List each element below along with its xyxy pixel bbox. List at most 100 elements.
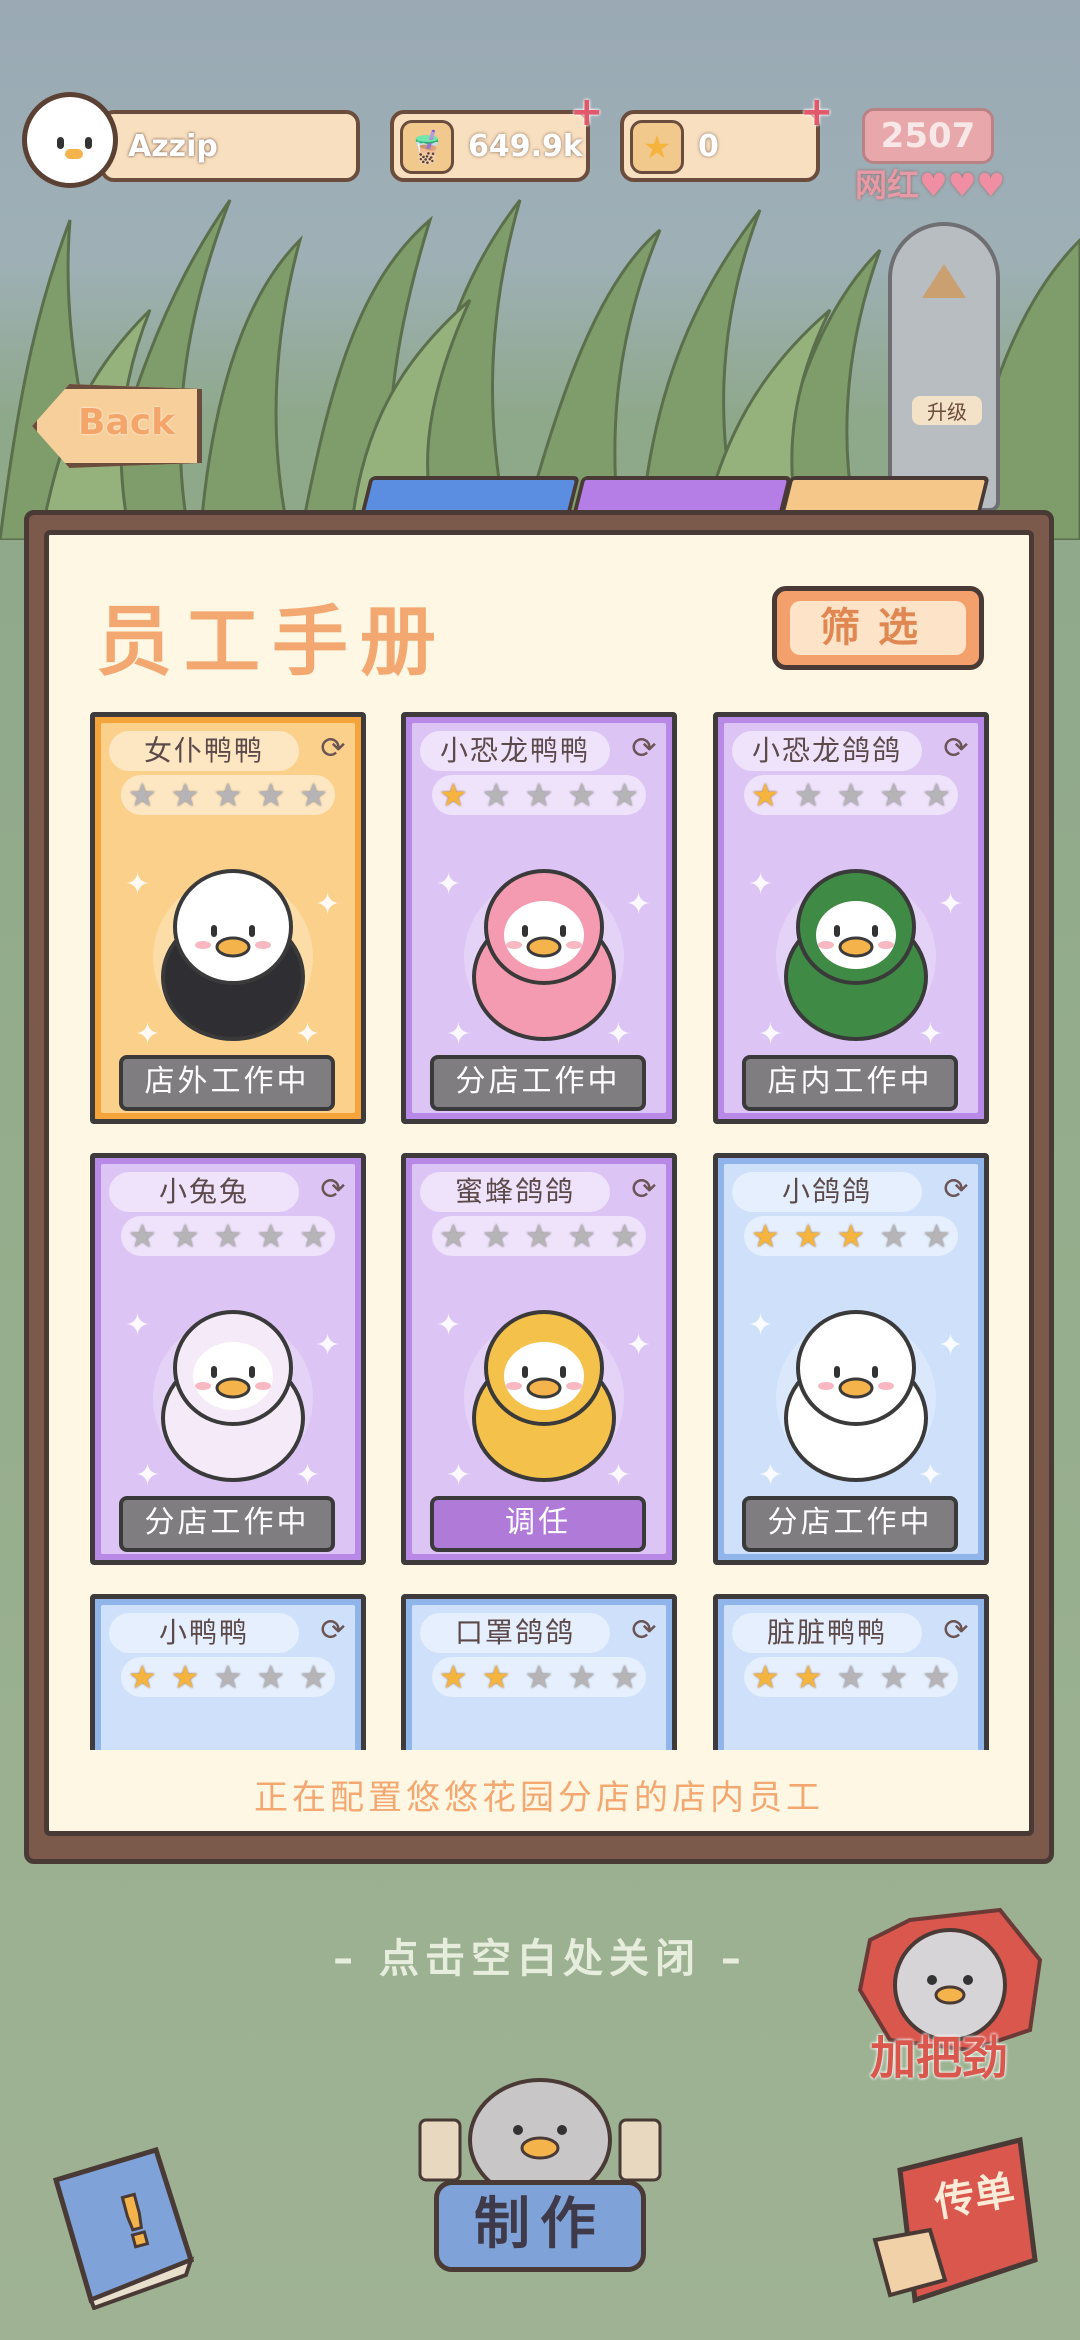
star-icon: ★ <box>170 776 200 814</box>
fame-value[interactable]: 2507 <box>862 108 994 164</box>
star-icon: ★ <box>567 1658 597 1696</box>
star-icon: ★ <box>256 1658 286 1696</box>
staff-card[interactable]: ✦ ✦ ✦ ✦ 小恐龙鸽鸽 ⟳ ★ ★ ★ ★ ★ 店内工作中 <box>713 712 989 1124</box>
star-icon: ★ <box>299 776 328 814</box>
tea-currency-pill[interactable]: 🧋 649.9k + <box>390 92 604 182</box>
refresh-icon[interactable]: ⟳ <box>317 1615 349 1647</box>
star-icon: ★ <box>567 1217 597 1255</box>
make-button[interactable]: 制作 <box>434 2180 646 2272</box>
make-station-duck <box>410 2050 670 2202</box>
star-rating: ★ ★ ★ ★ ★ <box>744 1657 958 1697</box>
staff-name: 小恐龙鸽鸽 <box>732 731 922 771</box>
player-name: Azzip <box>128 128 218 164</box>
flyer-button[interactable]: 传单 <box>870 2130 1040 2310</box>
star-icon: ★ <box>128 1658 157 1696</box>
page-title: 员工手册 <box>96 597 448 686</box>
staff-card[interactable]: ✦ ✦ ✦ ✦ 蜜蜂鸽鸽 ⟳ ★ ★ ★ ★ ★ 调任 <box>401 1153 677 1565</box>
star-icon: ★ <box>630 120 684 174</box>
staff-card[interactable]: ✦✦✦✦小鸭鸭⟳★★★★★ <box>90 1594 366 1750</box>
work-status-badge[interactable]: 店外工作中 <box>119 1055 335 1111</box>
work-status-badge[interactable]: 分店工作中 <box>742 1496 958 1552</box>
work-status-badge[interactable]: 分店工作中 <box>119 1496 335 1552</box>
star-icon: ★ <box>128 1217 157 1255</box>
star-icon: ★ <box>793 1658 823 1696</box>
star-rating: ★ ★ ★ ★ ★ <box>744 775 958 815</box>
star-icon: ★ <box>299 1217 328 1255</box>
work-status-badge[interactable]: 店内工作中 <box>742 1055 958 1111</box>
star-icon: ★ <box>836 1658 866 1696</box>
star-icon: ★ <box>793 1217 823 1255</box>
star-currency-pill[interactable]: ★ 0 + <box>620 92 834 182</box>
player-name-pill[interactable]: Azzip <box>100 110 360 182</box>
upgrade-label: 升级 <box>912 396 982 425</box>
dirty-duck-icon <box>766 1729 946 1750</box>
add-star-plus-icon[interactable]: + <box>800 92 834 132</box>
staff-card[interactable]: ✦ ✦ ✦ ✦ 小兔兔 ⟳ ★ ★ ★ ★ ★ 分店工作中 <box>90 1153 366 1565</box>
star-icon: ★ <box>524 1217 554 1255</box>
pink-dino-duck-icon <box>454 847 634 1047</box>
refresh-icon[interactable]: ⟳ <box>628 1615 660 1647</box>
cheer-button[interactable]: 加把劲 <box>850 1900 1050 2090</box>
refresh-icon[interactable]: ⟳ <box>628 1174 660 1206</box>
maid-duck-icon <box>143 847 323 1047</box>
star-icon: ★ <box>256 1217 286 1255</box>
star-icon: ★ <box>213 776 243 814</box>
guide-book-button[interactable]: ! <box>46 2140 196 2311</box>
staff-name: 小鸭鸭 <box>109 1613 299 1653</box>
bubble-tea-icon: 🧋 <box>400 120 454 174</box>
cheer-label: 加把劲 <box>870 2031 1008 2085</box>
staff-card[interactable]: ✦✦✦✦脏脏鸭鸭⟳★★★★★ <box>713 1594 989 1750</box>
star-icon: ★ <box>213 1658 243 1696</box>
refresh-icon[interactable]: ⟳ <box>628 733 660 765</box>
star-icon: ★ <box>836 1217 866 1255</box>
star-rating: ★ ★ ★ ★ ★ <box>121 775 335 815</box>
star-icon: ★ <box>879 1658 909 1696</box>
transfer-button[interactable]: 调任 <box>430 1496 646 1552</box>
duck-icon <box>143 1729 323 1750</box>
pigeon-icon <box>766 1288 946 1488</box>
refresh-icon[interactable]: ⟳ <box>940 1174 972 1206</box>
star-icon: ★ <box>524 776 554 814</box>
star-icon: ★ <box>793 776 823 814</box>
bee-pigeon-icon <box>454 1288 634 1488</box>
tea-count: 649.9k <box>468 128 583 164</box>
staff-card[interactable]: ✦ ✦ ✦ ✦ 小鸽鸽 ⟳ ★ ★ ★ ★ ★ 分店工作中 <box>713 1153 989 1565</box>
refresh-icon[interactable]: ⟳ <box>940 733 972 765</box>
bunny-icon <box>143 1288 323 1488</box>
green-dino-pigeon-icon <box>766 847 946 1047</box>
star-rating: ★ ★ ★ ★ ★ <box>121 1216 335 1256</box>
up-arrow-icon <box>922 264 966 298</box>
upgrade-signpost[interactable]: 升级 <box>888 222 1000 512</box>
refresh-icon[interactable]: ⟳ <box>940 1615 972 1647</box>
star-icon: ★ <box>439 1217 468 1255</box>
star-rating: ★ ★ ★ ★ ★ <box>432 1216 646 1256</box>
star-icon: ★ <box>256 776 286 814</box>
star-count: 0 <box>698 128 719 164</box>
refresh-icon[interactable]: ⟳ <box>317 1174 349 1206</box>
refresh-icon[interactable]: ⟳ <box>317 733 349 765</box>
add-tea-plus-icon[interactable]: + <box>570 92 604 132</box>
staff-card[interactable]: ✦ ✦ ✦ ✦ 女仆鸭鸭 ⟳ ★ ★ ★ ★ ★ 店外工作中 <box>90 712 366 1124</box>
player-avatar[interactable] <box>22 92 118 188</box>
staff-name: 口罩鸽鸽 <box>420 1613 610 1653</box>
staff-card[interactable]: ✦ ✦ ✦ ✦ 小恐龙鸭鸭 ⟳ ★ ★ ★ ★ ★ 分店工作中 <box>401 712 677 1124</box>
star-icon: ★ <box>922 1658 951 1696</box>
staff-name: 小恐龙鸭鸭 <box>420 731 610 771</box>
star-icon: ★ <box>879 776 909 814</box>
staff-name: 脏脏鸭鸭 <box>732 1613 922 1653</box>
staff-card-grid: ✦ ✦ ✦ ✦ 女仆鸭鸭 ⟳ ★ ★ ★ ★ ★ 店外工作中 ✦ ✦ ✦ ✦ 小恐龙鸭鸭 ⟳ ★ ★ ★ ★ ★ 分店工作中 ✦… <box>90 712 990 1750</box>
filter-button[interactable]: 筛选 <box>772 586 984 670</box>
star-rating: ★ ★ ★ ★ ★ <box>432 1657 646 1697</box>
fame-label: 网红♥♥♥ <box>855 166 1006 204</box>
staff-name: 蜜蜂鸽鸽 <box>420 1172 610 1212</box>
star-rating: ★ ★ ★ ★ ★ <box>432 775 646 815</box>
staff-card[interactable]: ✦✦✦✦口罩鸽鸽⟳★★★★★ <box>401 1594 677 1750</box>
back-button[interactable]: Back <box>32 384 202 468</box>
work-status-badge[interactable]: 分店工作中 <box>430 1055 646 1111</box>
back-label: Back <box>78 402 176 443</box>
hearts-icon: ♥♥♥ <box>919 166 1006 204</box>
book-icon: ! <box>52 2146 195 2311</box>
mask-pigeon-icon <box>454 1729 634 1750</box>
star-rating: ★ ★ ★ ★ ★ <box>744 1216 958 1256</box>
star-icon: ★ <box>751 1217 780 1255</box>
